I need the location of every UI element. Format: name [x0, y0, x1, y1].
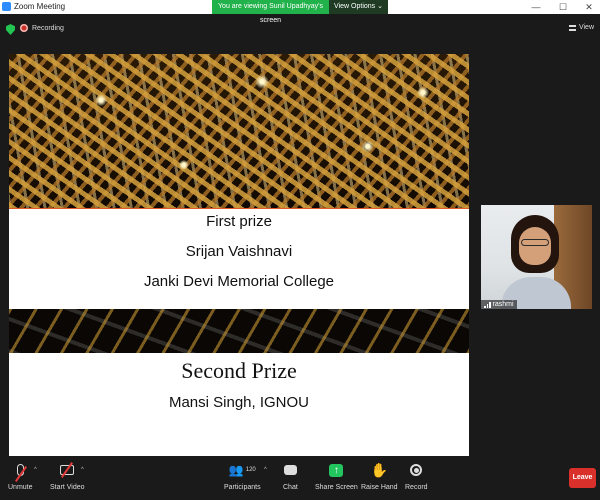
participants-icon: 👥 120 [228, 463, 256, 477]
view-label: View [578, 24, 594, 31]
second-prize-title: Second Prize [181, 358, 297, 383]
participant-face [519, 227, 551, 265]
video-options-caret-icon[interactable]: ^ [81, 467, 84, 473]
view-options-label: View Options [334, 3, 376, 10]
shield-icon[interactable] [6, 24, 15, 35]
recording-indicator[interactable]: Recording [20, 24, 64, 32]
view-button[interactable]: View [568, 24, 594, 31]
participants-caret-icon[interactable]: ^ [264, 467, 267, 473]
first-prize-winner: Srijan Vaishnavi [185, 243, 293, 260]
view-grid-icon [568, 24, 576, 31]
microphone-muted-icon [14, 460, 27, 482]
raise-hand-icon: ✋ [370, 461, 388, 478]
first-prize-college: Janki Devi Memorial College [143, 273, 335, 290]
close-button[interactable]: ✕ [583, 1, 595, 13]
shared-screen: First prize Srijan Vaishnavi Janki Devi … [9, 54, 469, 456]
recording-dot-icon [20, 24, 28, 32]
unmute-button[interactable]: Unmute [8, 460, 33, 491]
meeting-controls: Unmute ^ Start Video ^ 👥 120 Participants… [0, 456, 600, 500]
connection-signal-icon [484, 301, 491, 308]
participants-count: 120 [245, 467, 256, 473]
chat-button[interactable]: Chat [283, 460, 298, 491]
record-button[interactable]: Record [405, 460, 428, 491]
share-screen-button[interactable]: ↑ Share Screen [315, 460, 358, 491]
start-video-label: Start Video [50, 484, 85, 491]
first-prize-panel: First prize Srijan Vaishnavi Janki Devi … [9, 208, 469, 310]
zoom-logo-icon [2, 2, 11, 11]
record-icon [410, 460, 423, 480]
first-prize-title: First prize [206, 213, 272, 230]
raise-hand-button[interactable]: ✋ Raise Hand [361, 460, 398, 492]
confetti-strip-middle [9, 309, 469, 353]
minimize-button[interactable]: — [530, 1, 542, 13]
maximize-button[interactable]: ☐ [557, 1, 569, 13]
recording-label: Recording [32, 24, 64, 32]
participant-name: rashmi [492, 301, 514, 308]
camera-off-icon [60, 460, 75, 480]
app-title: Zoom Meeting [2, 2, 65, 11]
screen-share-banner: You are viewing Sunil Upadhyay's screen … [212, 0, 388, 24]
unmute-label: Unmute [8, 484, 33, 491]
share-screen-label: Share Screen [315, 484, 358, 491]
viewing-screen-message: You are viewing Sunil Upadhyay's screen [212, 0, 330, 24]
participants-button[interactable]: 👥 120 Participants [224, 460, 261, 491]
window-title: Zoom Meeting [14, 2, 66, 11]
second-prize-panel: Second Prize Mansi Singh, IGNOU [9, 353, 469, 456]
chat-bubble-icon [283, 460, 297, 480]
second-prize-winner: Mansi Singh, IGNOU [168, 394, 310, 411]
confetti-banner-top [9, 54, 469, 208]
participant-name-tag: rashmi [481, 300, 517, 309]
participants-label: Participants [224, 484, 261, 491]
chevron-down-icon: ⌄ [377, 3, 383, 10]
participant-video-tile[interactable]: rashmi [481, 205, 592, 309]
record-label: Record [405, 484, 428, 491]
leave-button[interactable]: Leave [569, 468, 596, 488]
audio-options-caret-icon[interactable]: ^ [34, 467, 37, 473]
meeting-header: Recording View [0, 16, 600, 44]
window-titlebar: Zoom Meeting You are viewing Sunil Upadh… [0, 0, 600, 24]
start-video-button[interactable]: Start Video [50, 460, 85, 491]
share-screen-icon: ↑ [329, 460, 344, 480]
view-options-button[interactable]: View Options ⌄ [329, 0, 388, 14]
raise-hand-label: Raise Hand [361, 484, 398, 491]
participant-glasses [521, 239, 549, 246]
chat-label: Chat [283, 484, 298, 491]
